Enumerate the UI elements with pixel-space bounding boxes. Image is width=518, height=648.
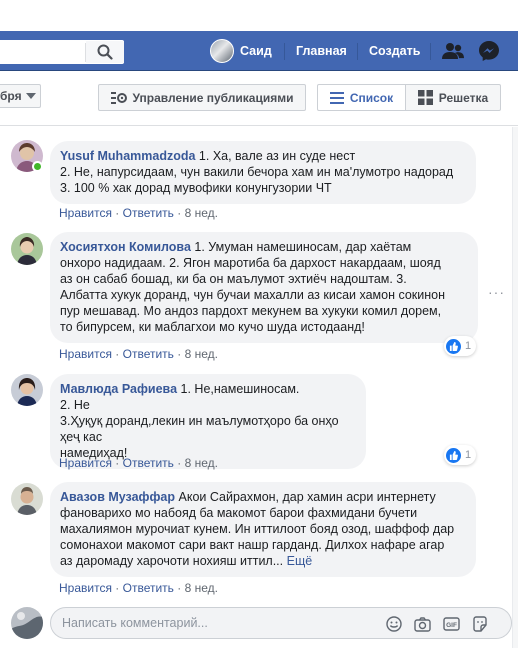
comment-time[interactable]: 8 нед. [185,347,218,361]
messenger-icon [479,41,499,61]
search-box[interactable] [0,40,124,64]
comment-text-line: то бипурсем, ки маблагхои мо кучо шуда и… [60,320,365,334]
chevron-down-icon [25,93,36,99]
comment-actions: Нравится · Ответить · 8 нед. [59,347,218,361]
like-link[interactable]: Нравится [59,581,112,595]
gif-icon: GIF [442,617,460,631]
comment-bubble: Авазов Музаффар Акои Сайрахмон, дар хами… [50,482,476,577]
nav-divider [284,43,285,60]
comment-text-line: 1. Ха, вале аз ин суде нест [198,149,356,163]
gif-button[interactable]: GIF [442,615,460,633]
messenger-button[interactable] [478,31,500,71]
list-view-button[interactable]: Список [317,84,406,111]
see-more-link[interactable]: Ещё [287,554,313,568]
comment-text-line: 2. Не, напурсидаам, чун вакили бечора ха… [60,165,454,179]
reply-link[interactable]: Ответить [123,347,174,361]
comment-time[interactable]: 8 нед. [185,581,218,595]
grid-view-button[interactable]: Решетка [406,84,501,111]
nav-divider [357,43,358,60]
more-options-icon[interactable]: ··· [488,284,505,300]
commenter-avatar[interactable] [11,483,43,515]
friends-icon [442,43,464,59]
emoji-button[interactable] [385,615,403,633]
online-status-indicator [32,161,43,172]
sticker-button[interactable] [471,615,489,633]
like-link[interactable]: Нравится [59,206,112,220]
home-link[interactable]: Главная [296,31,347,71]
camera-icon [413,616,431,632]
comment-author[interactable]: Мавлюда Рафиева [60,382,177,396]
comment-author[interactable]: Хосиятхон Комилова [60,240,191,254]
like-link[interactable]: Нравится [59,347,112,361]
like-reaction-icon [446,447,461,463]
page-scroll-edge [512,127,518,648]
like-link[interactable]: Нравится [59,456,112,470]
commenter-avatar[interactable] [11,233,43,265]
reaction-count[interactable]: 1 [444,445,477,465]
comment-actions: Нравится · Ответить · 8 нед. [59,581,218,595]
comment-text-line: аз он сабаб бошад, ки ба он маълумот эхт… [60,272,407,286]
comment-text-line: фановарихо мо набояд ба макомот барои фа… [60,506,418,520]
top-navigation-bar: Саид Главная Создать [0,31,518,71]
month-value: бря [0,89,22,103]
svg-text:GIF: GIF [446,622,457,629]
emoji-icon [386,616,402,632]
gear-icon [110,91,127,104]
comment-text-line: махалиямон мурочиат кунем. Ин иттилоот б… [60,522,455,536]
comment-composer[interactable]: Написать комментарий... GIF [50,607,512,639]
manage-publications-label: Управление публикациями [132,90,294,105]
publications-toolbar: бря Управление публикациями Список Решет… [0,72,518,126]
comment-text-line: онхоро надидаам. 2. Ягон маротиба ба дар… [60,256,441,270]
friend-requests-button[interactable] [441,31,465,71]
reaction-count[interactable]: 1 [444,336,477,356]
comment-text-line: Албатта хукук доранд, чун бучаи махалли … [60,288,446,302]
search-button[interactable] [86,41,124,63]
home-label: Главная [296,44,347,58]
comment-text-line: сомонахои макомот сари вакт нашр гарданд… [60,538,445,552]
reaction-count-value: 1 [465,449,472,461]
manage-publications-button[interactable]: Управление публикациями [98,84,306,111]
photo-button[interactable] [413,615,431,633]
comment-actions: Нравится · Ответить · 8 нед. [59,456,218,470]
comment-text-line: Акои Сайрахмон, дар хамин асри интернету [178,490,436,504]
comment-text-line: аз даромаду харочоти нохияш иттил... [60,554,284,568]
user-name: Саид [240,44,272,58]
comment-time[interactable]: 8 нед. [185,206,218,220]
comment-author[interactable]: Yusuf Muhammadzoda [60,149,195,163]
comment-text-line: 3.Ҳуқуқ доранд,лекин ин маълумотҳоро ба … [60,414,339,444]
month-dropdown[interactable]: бря [0,84,41,108]
comment-bubble: Мавлюда Рафиева 1. Не,намешиносам. 2. Не… [50,374,366,469]
reply-link[interactable]: Ответить [123,456,174,470]
comment-text-line: 3. 100 % хак дорад мувофики конунгузории… [60,181,332,195]
comment-text-line: 2. Не [60,398,90,412]
list-icon [329,91,344,104]
create-link[interactable]: Создать [369,31,420,71]
comment-actions: Нравится · Ответить · 8 нед. [59,206,218,220]
comment-bubble: Yusuf Muhammadzoda 1. Ха, вале аз ин суд… [50,141,476,204]
search-icon [97,44,113,60]
list-view-label: Список [349,90,394,105]
like-reaction-icon [446,338,461,354]
comment-time[interactable]: 8 нед. [185,456,218,470]
user-avatar [210,39,234,63]
profile-link[interactable]: Саид [210,31,272,71]
comment-text-line: пур мешавад. Мо андоз пардохт мекунем ва… [60,304,442,318]
comment-bubble: Хосиятхон Комилова 1. Умуман намешиносам… [50,232,478,343]
reaction-count-value: 1 [465,340,472,352]
create-label: Создать [369,44,421,58]
comment-text-line: 1. Не,намешиносам. [180,382,300,396]
sticker-icon [473,616,487,632]
current-user-avatar [11,607,43,639]
comment-input-placeholder: Написать комментарий... [62,616,208,630]
comment-text-line: 1. Умуман намешиносам, дар хаётам [194,240,412,254]
commenter-avatar[interactable] [11,374,43,406]
nav-divider [430,43,431,60]
grid-icon [417,90,433,105]
reply-link[interactable]: Ответить [123,206,174,220]
reply-link[interactable]: Ответить [123,581,174,595]
grid-view-label: Решетка [438,90,489,105]
comment-author[interactable]: Авазов Музаффар [60,490,175,504]
